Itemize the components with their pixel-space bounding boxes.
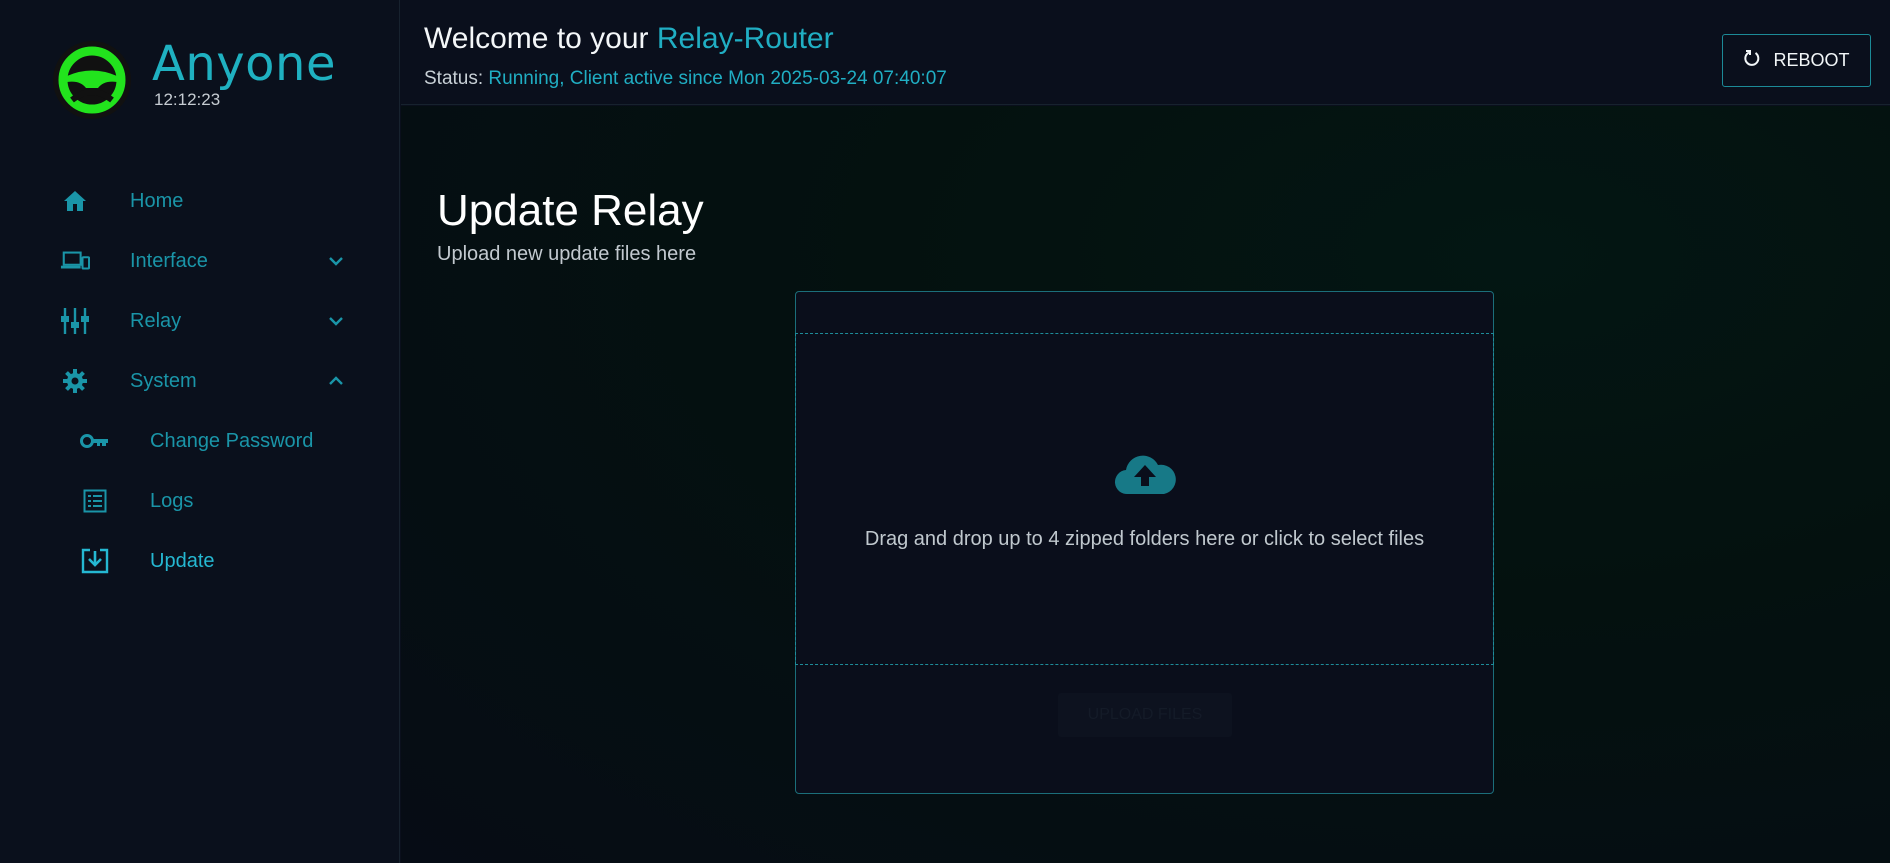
sidebar-item-label: Relay (130, 309, 182, 332)
anyone-logo (52, 40, 132, 120)
sidebar-item-change-password[interactable]: Change Password (0, 416, 400, 466)
sidebar-item-label: Logs (150, 489, 194, 512)
chevron-down-icon (326, 311, 346, 331)
sidebar-item-relay[interactable]: Relay (0, 296, 400, 346)
status-line: Status: Running, Client active since Mon… (424, 68, 947, 90)
sidebar-item-update[interactable]: Update (0, 536, 400, 586)
top-header: Welcome to your Relay-Router Status: Run… (401, 0, 1890, 105)
gear-icon (60, 366, 90, 396)
sidebar-item-label: System (130, 369, 197, 392)
dropzone-instructions: Drag and drop up to 4 zipped folders her… (864, 528, 1425, 550)
welcome-heading: Welcome to your Relay-Router (424, 22, 834, 56)
sidebar: Anyone 12:12:23 Home Interface Relay Sys… (0, 0, 400, 863)
brand-name: Anyone (152, 36, 336, 92)
sidebar-item-label: Home (130, 189, 184, 212)
device-name: Relay-Router (656, 22, 834, 55)
status-label: Status: (424, 68, 489, 89)
page-title: Update Relay (437, 186, 704, 235)
sidebar-item-label: Change Password (150, 429, 314, 452)
clock: 12:12:23 (154, 90, 221, 109)
download-icon (80, 546, 110, 576)
sidebar-item-system[interactable]: System (0, 356, 400, 406)
chevron-up-icon (326, 371, 346, 391)
chevron-down-icon (326, 251, 346, 271)
home-icon (60, 186, 90, 216)
welcome-prefix: Welcome to your (424, 22, 657, 55)
cloud-upload-icon (1114, 452, 1176, 496)
key-icon (80, 426, 110, 456)
main-content: Update Relay Upload new update files her… (401, 106, 1890, 863)
list-icon (80, 486, 110, 516)
page-subtitle: Upload new update files here (437, 243, 697, 265)
sidebar-item-interface[interactable]: Interface (0, 236, 400, 286)
sidebar-item-label: Interface (130, 249, 208, 272)
reboot-label: REBOOT (1773, 50, 1850, 70)
file-dropzone[interactable]: Drag and drop up to 4 zipped folders her… (795, 333, 1494, 665)
upload-card: Drag and drop up to 4 zipped folders her… (795, 291, 1494, 794)
devices-icon (60, 246, 90, 276)
sidebar-item-home[interactable]: Home (0, 176, 400, 226)
power-restart-icon (1743, 49, 1761, 72)
reboot-button[interactable]: REBOOT (1722, 34, 1871, 87)
status-value: Running, Client active since Mon 2025-03… (488, 68, 947, 89)
upload-files-button[interactable]: UPLOAD FILES (1058, 693, 1232, 737)
sidebar-item-label: Update (150, 549, 215, 572)
sidebar-item-logs[interactable]: Logs (0, 476, 400, 526)
tune-icon (60, 306, 90, 336)
